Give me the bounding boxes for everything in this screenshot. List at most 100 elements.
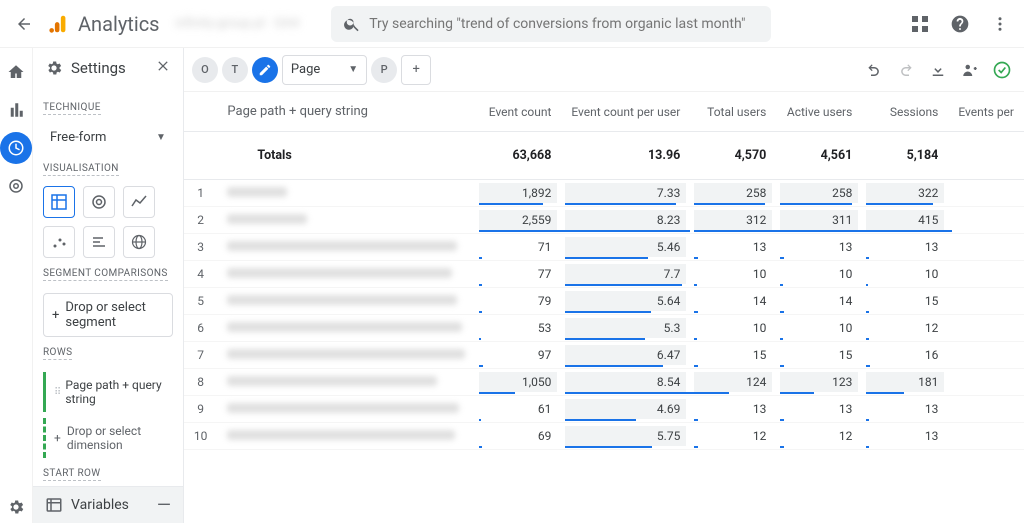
undo-button[interactable] xyxy=(860,56,888,84)
rail-explore[interactable] xyxy=(0,132,32,164)
more-button[interactable] xyxy=(984,8,1016,40)
table-row[interactable]: 22,5598.23312311415 xyxy=(184,207,1024,234)
step-p[interactable]: P xyxy=(371,57,397,83)
share-button[interactable] xyxy=(956,56,984,84)
row-index: 4 xyxy=(184,261,218,288)
row-path xyxy=(217,234,475,261)
variables-icon xyxy=(45,496,63,514)
brand-text: Analytics xyxy=(78,12,160,36)
plus-icon: + xyxy=(54,431,61,445)
cell: 5.46 xyxy=(561,234,690,261)
search-input[interactable] xyxy=(369,16,759,32)
row-index: 8 xyxy=(184,369,218,396)
cell: 7.7 xyxy=(561,261,690,288)
viz-scatter[interactable] xyxy=(43,226,75,258)
totals-0: 63,668 xyxy=(475,132,561,180)
row-path xyxy=(217,261,475,288)
home-icon xyxy=(7,63,25,81)
cell: 12 xyxy=(862,315,948,342)
plus-icon: + xyxy=(412,62,419,77)
search-bar[interactable] xyxy=(331,6,771,42)
rail-advertising[interactable] xyxy=(0,170,32,202)
table-row[interactable]: 11,8927.33258258322 xyxy=(184,180,1024,207)
add-tab-button[interactable]: + xyxy=(401,55,431,85)
segments-drop[interactable]: + Drop or select segment xyxy=(43,293,173,337)
table-row[interactable]: 10695.75121213 xyxy=(184,423,1024,450)
step-o[interactable]: O xyxy=(192,57,218,83)
data-table-wrap[interactable]: Page path + query string Event count Eve… xyxy=(184,92,1024,523)
viz-donut[interactable] xyxy=(83,186,115,218)
table-row[interactable]: 6535.3101012 xyxy=(184,315,1024,342)
status-ok xyxy=(988,56,1016,84)
table-row[interactable]: 5795.64141415 xyxy=(184,288,1024,315)
viz-bar[interactable] xyxy=(83,226,115,258)
target-icon xyxy=(7,177,25,195)
technique-select[interactable]: Free-form ▼ xyxy=(43,121,173,153)
topbar: Analytics infinity-group.pl · GA4 xyxy=(0,0,1024,48)
close-settings[interactable] xyxy=(155,58,171,78)
table-row[interactable]: 4777.7101010 xyxy=(184,261,1024,288)
viz-geo[interactable] xyxy=(123,226,155,258)
cell: 15 xyxy=(862,288,948,315)
cell: 8.23 xyxy=(561,207,690,234)
cell: 15 xyxy=(776,342,862,369)
row-index: 5 xyxy=(184,288,218,315)
gear-icon xyxy=(7,498,25,516)
minimize-icon[interactable]: — xyxy=(157,495,171,516)
col-event-count[interactable]: Event count xyxy=(475,92,561,132)
drag-handle-icon[interactable]: ⠿ xyxy=(54,387,59,398)
table-row[interactable]: 9614.69131313 xyxy=(184,396,1024,423)
rail-admin[interactable] xyxy=(0,491,32,523)
row-index: 6 xyxy=(184,315,218,342)
rail-home[interactable] xyxy=(0,56,32,88)
cell: 124 xyxy=(690,369,776,396)
cell: 8.54 xyxy=(561,369,690,396)
col-active-users[interactable]: Active users xyxy=(776,92,862,132)
cell: 16 xyxy=(862,342,948,369)
close-icon xyxy=(155,58,171,74)
segments-label: SEGMENT COMPARISONS xyxy=(43,268,168,281)
row-drop[interactable]: + Drop or select dimension xyxy=(43,418,173,458)
undo-icon xyxy=(865,61,883,79)
col-total-users[interactable]: Total users xyxy=(690,92,776,132)
col-events-per[interactable]: Events per xyxy=(948,92,1024,132)
variables-bar[interactable]: Variables — xyxy=(33,486,183,523)
back-button[interactable] xyxy=(8,8,40,40)
viz-line[interactable] xyxy=(123,186,155,218)
totals-2: 4,570 xyxy=(690,132,776,180)
variables-title: Variables xyxy=(71,497,149,513)
apps-button[interactable] xyxy=(904,8,936,40)
cell: 322 xyxy=(862,180,948,207)
technique-label: TECHNIQUE xyxy=(43,102,101,115)
cell: 7.33 xyxy=(561,180,690,207)
cell: 12 xyxy=(776,423,862,450)
download-button[interactable] xyxy=(924,56,952,84)
cell: 2,559 xyxy=(475,207,561,234)
viz-table[interactable] xyxy=(43,186,75,218)
row-path xyxy=(217,423,475,450)
start-row-label: START ROW xyxy=(43,468,101,481)
col-event-per-user[interactable]: Event count per user xyxy=(561,92,690,132)
table-row[interactable]: 3715.46131313 xyxy=(184,234,1024,261)
cell: 415 xyxy=(862,207,948,234)
col-sessions[interactable]: Sessions xyxy=(862,92,948,132)
data-table: Page path + query string Event count Eve… xyxy=(184,92,1024,450)
cell: 312 xyxy=(690,207,776,234)
redo-button[interactable] xyxy=(892,56,920,84)
cell: 14 xyxy=(690,288,776,315)
row-dimension-chip[interactable]: ⠿ Page path + query string xyxy=(43,372,173,412)
cell: 61 xyxy=(475,396,561,423)
table-row[interactable]: 81,0508.54124123181 xyxy=(184,369,1024,396)
cell: 4.69 xyxy=(561,396,690,423)
help-button[interactable] xyxy=(944,8,976,40)
property-name[interactable]: infinity-group.pl · GA4 xyxy=(176,16,300,31)
page-dropdown[interactable]: Page ▼ xyxy=(282,55,367,85)
rail-reports[interactable] xyxy=(0,94,32,126)
cell: 10 xyxy=(776,261,862,288)
edit-button[interactable] xyxy=(252,57,278,83)
row-index: 10 xyxy=(184,423,218,450)
step-t[interactable]: T xyxy=(222,57,248,83)
cell: 1,050 xyxy=(475,369,561,396)
table-row[interactable]: 7976.47151516 xyxy=(184,342,1024,369)
col-dimension[interactable]: Page path + query string xyxy=(217,92,475,132)
